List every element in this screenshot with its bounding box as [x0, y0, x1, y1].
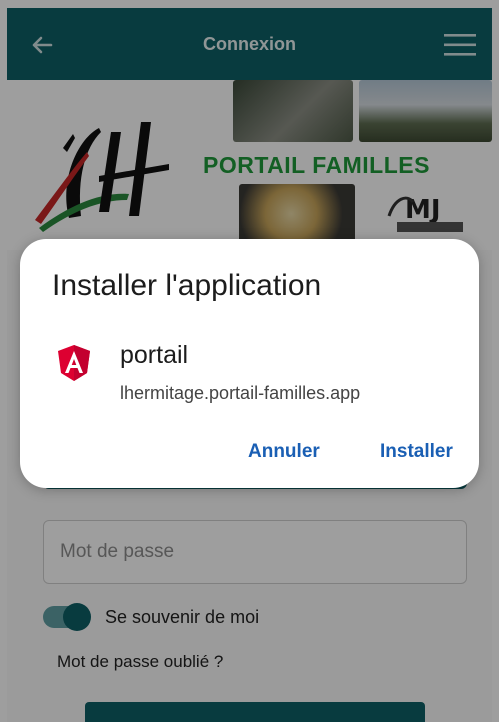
install-app-dialog: Installer l'application portail lhermita…: [20, 239, 479, 488]
angular-icon: [58, 345, 90, 381]
dialog-title: Installer l'application: [52, 269, 322, 302]
app-url: lhermitage.portail-familles.app: [120, 383, 361, 403]
install-button[interactable]: Installer: [374, 437, 459, 467]
cancel-button[interactable]: Annuler: [242, 437, 326, 467]
app-name: portail: [120, 341, 189, 369]
